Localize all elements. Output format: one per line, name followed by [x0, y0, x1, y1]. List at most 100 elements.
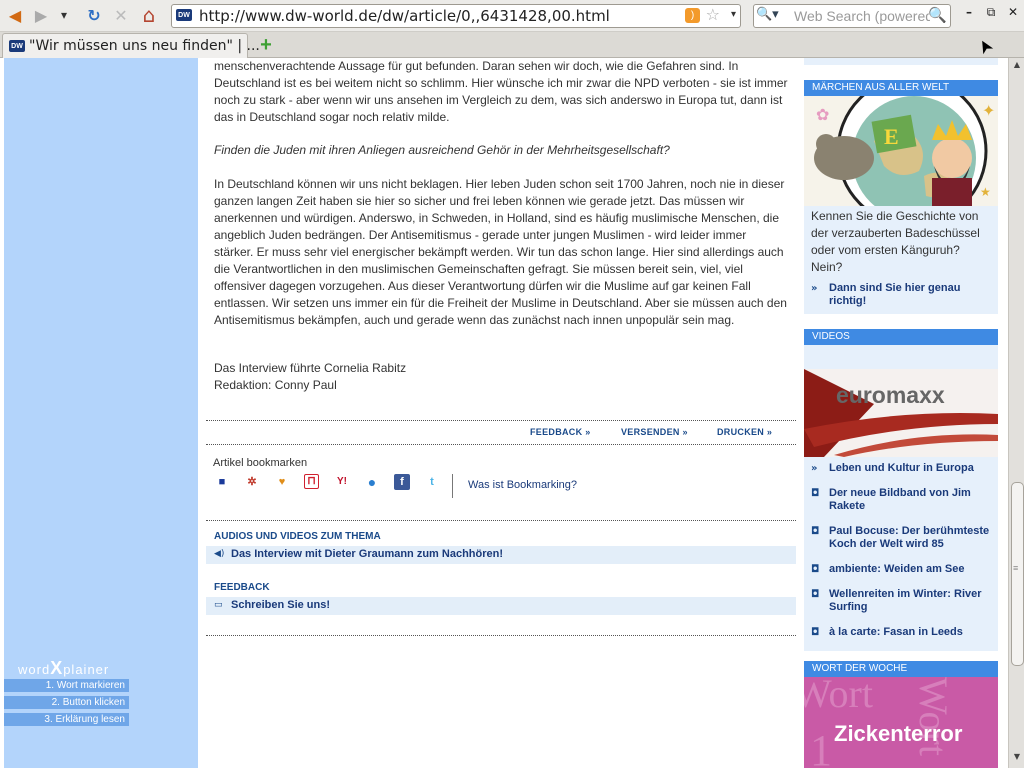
step-label: 2. Button klicken: [51, 697, 125, 708]
tab-favicon: DW: [9, 40, 25, 52]
maerchen-header: MÄRCHEN AUS ALLER WELT: [804, 80, 998, 96]
videos-header: VIDEOS: [804, 329, 998, 345]
step-label: 3. Erklärung lesen: [44, 714, 125, 725]
article-paragraph: In Deutschland können wir uns nicht bekl…: [214, 177, 787, 327]
euromaxx-logo-text: euromaxx: [836, 382, 945, 408]
close-icon: ✕: [1007, 5, 1019, 19]
video-link[interactable]: Leben und Kultur in Europa: [829, 462, 997, 475]
scroll-up-icon[interactable]: ▲: [1011, 60, 1023, 72]
maerchen-image[interactable]: E ✿ ✦ ★: [804, 96, 998, 206]
search-go-icon[interactable]: 🔍: [928, 6, 947, 24]
wort-title: WORT DER WOCHE: [812, 663, 908, 674]
reload-icon: ↻: [87, 5, 101, 25]
svg-text:✿: ✿: [816, 105, 829, 124]
vertical-scrollbar[interactable]: ▲ ≡ ▼: [1008, 58, 1024, 768]
av-item-link[interactable]: Das Interview mit Dieter Graumann zum Na…: [231, 548, 503, 560]
video-link[interactable]: Der neue Bildband von Jim Rakete: [829, 487, 997, 513]
back-arrow-icon: ◀: [8, 5, 22, 25]
send-link[interactable]: VERSENDEN »: [621, 427, 688, 437]
divider: [452, 474, 453, 498]
navigation-toolbar: ◀ ▶ ▾ ↻ ✕ ⌂ DW http://www.dw-world.de/dw…: [0, 0, 1024, 32]
video-camera-icon: ◘: [811, 526, 820, 537]
tab-active[interactable]: DW "Wir müssen uns neu finden" | ...: [2, 33, 260, 58]
scrollbar-thumb[interactable]: ≡: [1011, 482, 1024, 666]
new-tab-button[interactable]: +: [257, 34, 275, 56]
feedback-link[interactable]: FEEDBACK »: [530, 427, 591, 437]
tab-bar: DW "Wir müssen uns neu finden" | ... +: [0, 32, 1024, 58]
av-item[interactable]: ◀) Das Interview mit Dieter Graumann zum…: [206, 546, 796, 564]
wordxplainer-step-2: 2. Button klicken: [4, 696, 129, 709]
svg-text:Wort: Wort: [804, 677, 873, 716]
comment-icon: ▭: [214, 600, 223, 610]
video-link[interactable]: ambiente: Weiden am See: [829, 563, 997, 576]
rss-feed-icon[interactable]: ): [685, 8, 700, 23]
maerchen-link[interactable]: Dann sind Sie hier genau richtig!: [829, 282, 997, 308]
divider: [206, 520, 796, 521]
reload-button[interactable]: ↻: [83, 4, 105, 26]
facebook-icon[interactable]: f: [394, 474, 410, 490]
divider: [206, 444, 796, 445]
double-chevron-icon: »: [811, 283, 818, 294]
svg-text:E: E: [884, 124, 899, 149]
wordxplainer-step-1: 1. Wort markieren: [4, 679, 129, 692]
bookmark-star-icon[interactable]: ☆: [706, 5, 720, 24]
misterwong-icon[interactable]: ✲: [244, 474, 260, 490]
google-bookmarks-icon[interactable]: ●: [364, 474, 380, 490]
url-text[interactable]: http://www.dw-world.de/dw/article/0,,643…: [199, 7, 610, 25]
divider: [206, 420, 796, 421]
video-link[interactable]: à la carte: Fasan in Leeds: [829, 626, 997, 639]
maximize-window-button[interactable]: ⧉: [982, 5, 1000, 23]
close-window-button[interactable]: ✕: [1004, 5, 1022, 23]
feedback-item-link[interactable]: Schreiben Sie uns!: [231, 599, 330, 611]
search-engine-selector[interactable]: 🔍▾: [756, 7, 788, 25]
feedback-section-title: FEEDBACK: [214, 582, 270, 593]
wordxplainer-logo[interactable]: wordXplainer: [18, 658, 109, 679]
stop-icon: ✕: [114, 5, 128, 25]
plus-icon: +: [260, 34, 272, 56]
scroll-down-icon[interactable]: ▼: [1011, 752, 1023, 764]
sidebar-block-end: [804, 58, 998, 65]
wort-der-woche-banner[interactable]: Wort Wort 1 Zickenterror: [804, 677, 998, 768]
videos-title: VIDEOS: [812, 331, 850, 342]
chevron-down-icon: ▾: [60, 8, 68, 22]
twitter-icon[interactable]: t: [424, 474, 440, 490]
wordxplainer-x: X: [50, 658, 64, 678]
video-camera-icon: ◘: [811, 589, 820, 600]
wordxplainer-word: word: [18, 662, 51, 677]
forward-button[interactable]: ▶: [30, 4, 52, 26]
video-link[interactable]: Paul Bocuse: Der berühmteste Koch der We…: [829, 525, 997, 551]
maerchen-title: MÄRCHEN AUS ALLER WELT: [812, 82, 950, 93]
left-column: wordXplainer 1. Wort markieren 2. Button…: [4, 58, 198, 768]
print-link[interactable]: DRUCKEN »: [717, 427, 772, 437]
maerchen-text: Kennen Sie die Geschichte von der verzau…: [811, 209, 980, 274]
forward-arrow-icon: ▶: [34, 5, 48, 25]
history-dropdown[interactable]: ▾: [57, 4, 71, 26]
video-camera-icon: ◘: [811, 564, 820, 575]
feedback-item[interactable]: ▭ Schreiben Sie uns!: [206, 597, 796, 615]
back-button[interactable]: ◀: [4, 4, 26, 26]
yahoo-icon[interactable]: Y!: [334, 474, 350, 490]
stop-button[interactable]: ✕: [110, 4, 132, 26]
svg-text:★: ★: [980, 185, 991, 199]
delicious-icon[interactable]: ■: [214, 474, 230, 490]
tab-title: "Wir müssen uns neu finden" | ...: [29, 38, 260, 54]
video-camera-icon: ◘: [811, 488, 820, 499]
web-search-box[interactable]: 🔍▾ Web Search (powered 🔍: [753, 4, 951, 28]
web-page: wordXplainer 1. Wort markieren 2. Button…: [0, 58, 1008, 768]
article-paragraph: menschenverachtende Aussage für gut befu…: [214, 59, 788, 124]
stumbleupon-icon[interactable]: ⊓: [304, 474, 319, 489]
url-dropdown-icon[interactable]: ▾: [731, 9, 736, 20]
euromaxx-banner[interactable]: euromaxx: [804, 369, 998, 457]
search-input[interactable]: Web Search (powered: [794, 8, 930, 24]
bookmarking-help-link[interactable]: Was ist Bookmarking?: [468, 479, 577, 491]
audio-icon: ◀): [214, 549, 225, 559]
svg-text:✦: ✦: [982, 101, 995, 120]
interview-credit: Das Interview führte Cornelia Rabitz: [214, 361, 407, 375]
divider: [206, 635, 796, 636]
video-link[interactable]: Wellenreiten im Winter: River Surfing: [829, 588, 997, 614]
minimize-icon: –: [966, 5, 972, 19]
webnews-icon[interactable]: ♥: [274, 474, 290, 490]
minimize-window-button[interactable]: –: [960, 5, 978, 23]
home-button[interactable]: ⌂: [138, 3, 160, 27]
url-bar[interactable]: DW http://www.dw-world.de/dw/article/0,,…: [171, 4, 741, 28]
